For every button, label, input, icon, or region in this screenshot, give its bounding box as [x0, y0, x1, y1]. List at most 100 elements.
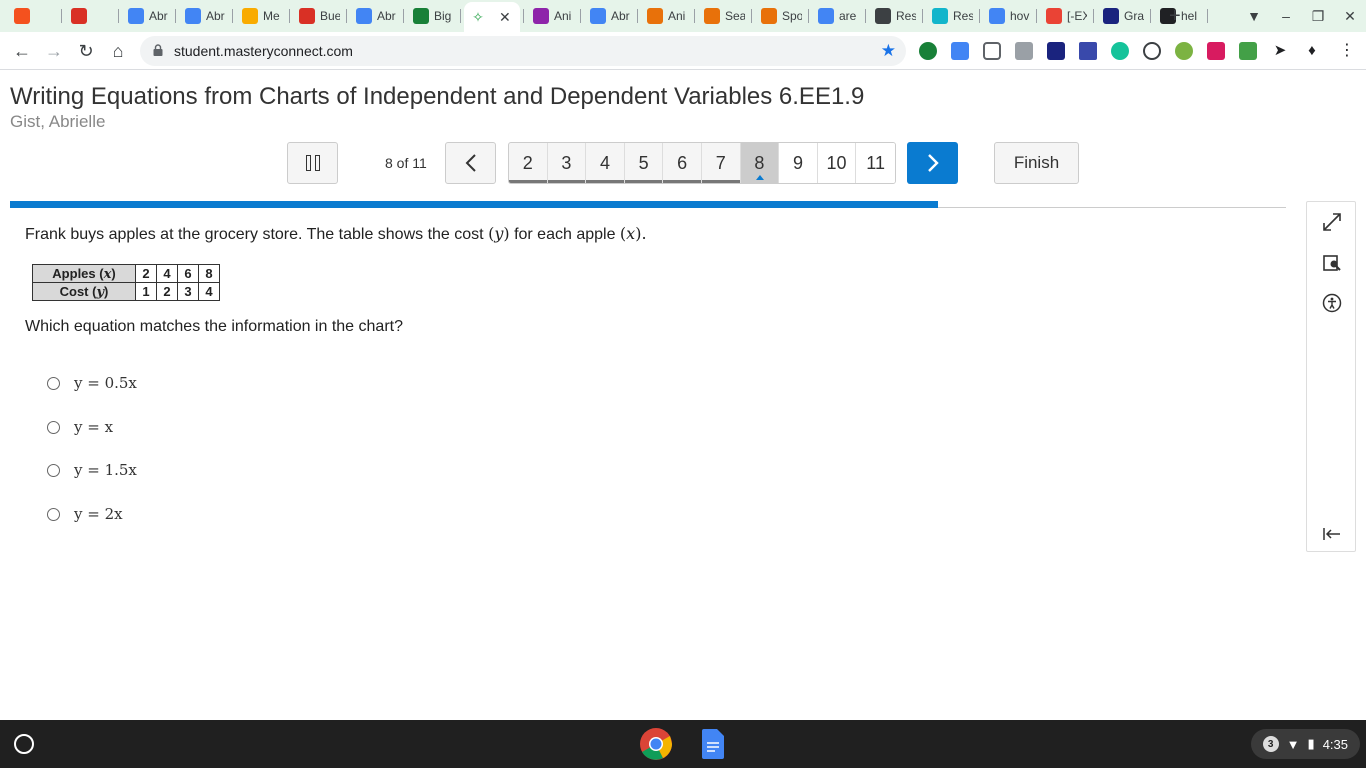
close-window-icon[interactable]: ✕ — [1334, 8, 1366, 25]
page-button-7[interactable]: 7 — [701, 143, 741, 183]
magnifier-icon[interactable] — [1320, 251, 1344, 275]
browser-tab[interactable]: Gra — [1097, 4, 1147, 28]
tab-active[interactable]: ✧ ✕ — [464, 2, 520, 32]
previous-question-button[interactable] — [445, 142, 496, 184]
page-button-6[interactable]: 6 — [663, 143, 702, 183]
extension-red-icon[interactable] — [1207, 42, 1225, 60]
extension-lime-icon[interactable] — [1175, 42, 1193, 60]
tab-title: hov — [1010, 9, 1030, 23]
home-icon[interactable]: ⌂ — [107, 40, 129, 62]
row-header-apples: Apples (x) — [32, 264, 136, 283]
browser-tab[interactable]: Ani — [641, 4, 691, 28]
tab-separator — [751, 9, 752, 23]
browser-tab[interactable]: Ani — [527, 4, 577, 28]
page-button-4[interactable]: 4 — [586, 143, 625, 183]
radio-button[interactable] — [47, 420, 60, 434]
radio-button[interactable] — [47, 376, 60, 390]
restore-icon[interactable]: ❐ — [1302, 8, 1334, 25]
back-arrow-icon[interactable]: ← — [11, 40, 33, 62]
browser-tab[interactable]: Res — [869, 4, 919, 28]
browser-tab[interactable]: [-EX — [1040, 4, 1090, 28]
browser-tab[interactable]: Sea — [698, 4, 748, 28]
radio-button[interactable] — [47, 507, 60, 521]
page-button-5[interactable]: 5 — [624, 143, 664, 183]
accessibility-icon[interactable] — [1320, 291, 1344, 315]
page-button-8[interactable]: 8 — [740, 143, 780, 183]
tab-separator — [694, 9, 695, 23]
extension-navy-icon[interactable] — [1047, 42, 1065, 60]
answer-choice-b[interactable]: y = x — [47, 418, 113, 436]
browser-tab[interactable]: Bue — [293, 4, 343, 28]
answer-choice-c[interactable]: y = 1.5x — [47, 461, 137, 479]
extension-gray-icon[interactable] — [1015, 42, 1033, 60]
tab-separator — [1036, 9, 1037, 23]
tab-separator — [118, 9, 119, 23]
tab-separator — [61, 9, 62, 23]
reader-icon[interactable] — [1079, 42, 1097, 60]
window-controls: ▼ – ❐ ✕ — [1238, 0, 1366, 32]
choice-equation[interactable]: y = 1.5x — [74, 461, 137, 479]
page-button-11[interactable]: 11 — [856, 143, 895, 183]
page-button-2[interactable]: 2 — [509, 143, 548, 183]
browser-tab[interactable] — [8, 4, 58, 28]
minimize-icon[interactable]: – — [1270, 8, 1302, 24]
tab-separator — [289, 9, 290, 23]
extension-green-icon[interactable] — [919, 42, 937, 60]
browser-tab[interactable]: Big — [407, 4, 457, 28]
browser-tab[interactable]: Abr — [350, 4, 400, 28]
new-tab-button[interactable]: + — [1169, 5, 1181, 28]
bookmark-star-icon[interactable]: ★ — [881, 41, 896, 61]
os-shelf: 3 ▼ ▮ 4:35 — [0, 720, 1366, 768]
cursor-icon[interactable]: ➤ — [1271, 42, 1289, 60]
page-button-3[interactable]: 3 — [547, 143, 587, 183]
address-bar[interactable]: student.masteryconnect.com ★ — [140, 36, 906, 66]
zoom-icon[interactable] — [1143, 42, 1161, 60]
extension-puzzle-blue-icon[interactable] — [951, 42, 969, 60]
browser-tab[interactable]: are — [812, 4, 862, 28]
reload-icon[interactable]: ↻ — [75, 40, 97, 62]
pause-button[interactable] — [287, 142, 338, 184]
tab-title: Me — [263, 9, 280, 23]
google-docs-icon[interactable] — [702, 729, 724, 759]
browser-tab[interactable]: Abr — [179, 4, 229, 28]
page-button-10[interactable]: 10 — [817, 143, 857, 183]
chrome-icon[interactable] — [639, 727, 673, 761]
choice-equation[interactable]: y = x — [74, 418, 113, 436]
finish-button[interactable]: Finish — [994, 142, 1079, 184]
tab-search-icon[interactable]: ▼ — [1238, 8, 1270, 24]
radio-button[interactable] — [47, 463, 60, 477]
browser-tab[interactable]: Res — [926, 4, 976, 28]
collapse-panel-icon[interactable] — [1320, 522, 1344, 546]
browser-tab[interactable]: Spo — [755, 4, 805, 28]
next-question-button[interactable] — [907, 142, 958, 184]
status-tray[interactable]: 3 ▼ ▮ 4:35 — [1250, 729, 1360, 759]
choice-equation[interactable]: y = 2x — [74, 505, 123, 523]
browser-tab[interactable]: hov — [983, 4, 1033, 28]
r-logo-icon — [932, 8, 948, 24]
grammarly-icon[interactable] — [1111, 42, 1129, 60]
browser-tab[interactable] — [65, 4, 115, 28]
tab-title: Spo — [782, 9, 802, 23]
browser-tab[interactable]: Abr — [584, 4, 634, 28]
lock-icon[interactable] — [153, 44, 163, 56]
extension-check-icon[interactable] — [1239, 42, 1257, 60]
wifi-icon: ▼ — [1286, 736, 1300, 752]
forward-arrow-icon[interactable]: → — [43, 40, 65, 62]
table-row-apples: Apples (x) 2 4 6 8 — [32, 264, 220, 283]
shield-icon[interactable] — [983, 42, 1001, 60]
expand-icon[interactable] — [1320, 210, 1344, 234]
choice-equation[interactable]: y = 0.5x — [74, 374, 137, 392]
table-cell: 4 — [198, 282, 220, 301]
pause-icon-bar — [314, 155, 320, 171]
page-button-9[interactable]: 9 — [779, 143, 818, 183]
browser-tab[interactable]: Abr — [122, 4, 172, 28]
tab-separator — [1093, 9, 1094, 23]
close-tab-icon[interactable]: ✕ — [499, 9, 511, 26]
menu-dots-icon[interactable]: ⋮ — [1338, 42, 1356, 60]
answer-choice-d[interactable]: y = 2x — [47, 505, 123, 523]
answer-choice-a[interactable]: y = 0.5x — [47, 374, 137, 392]
launcher-icon[interactable] — [14, 734, 34, 754]
office-icon — [761, 8, 777, 24]
browser-tab[interactable]: Me — [236, 4, 286, 28]
extensions-puzzle-icon[interactable]: ♦ — [1303, 42, 1321, 60]
